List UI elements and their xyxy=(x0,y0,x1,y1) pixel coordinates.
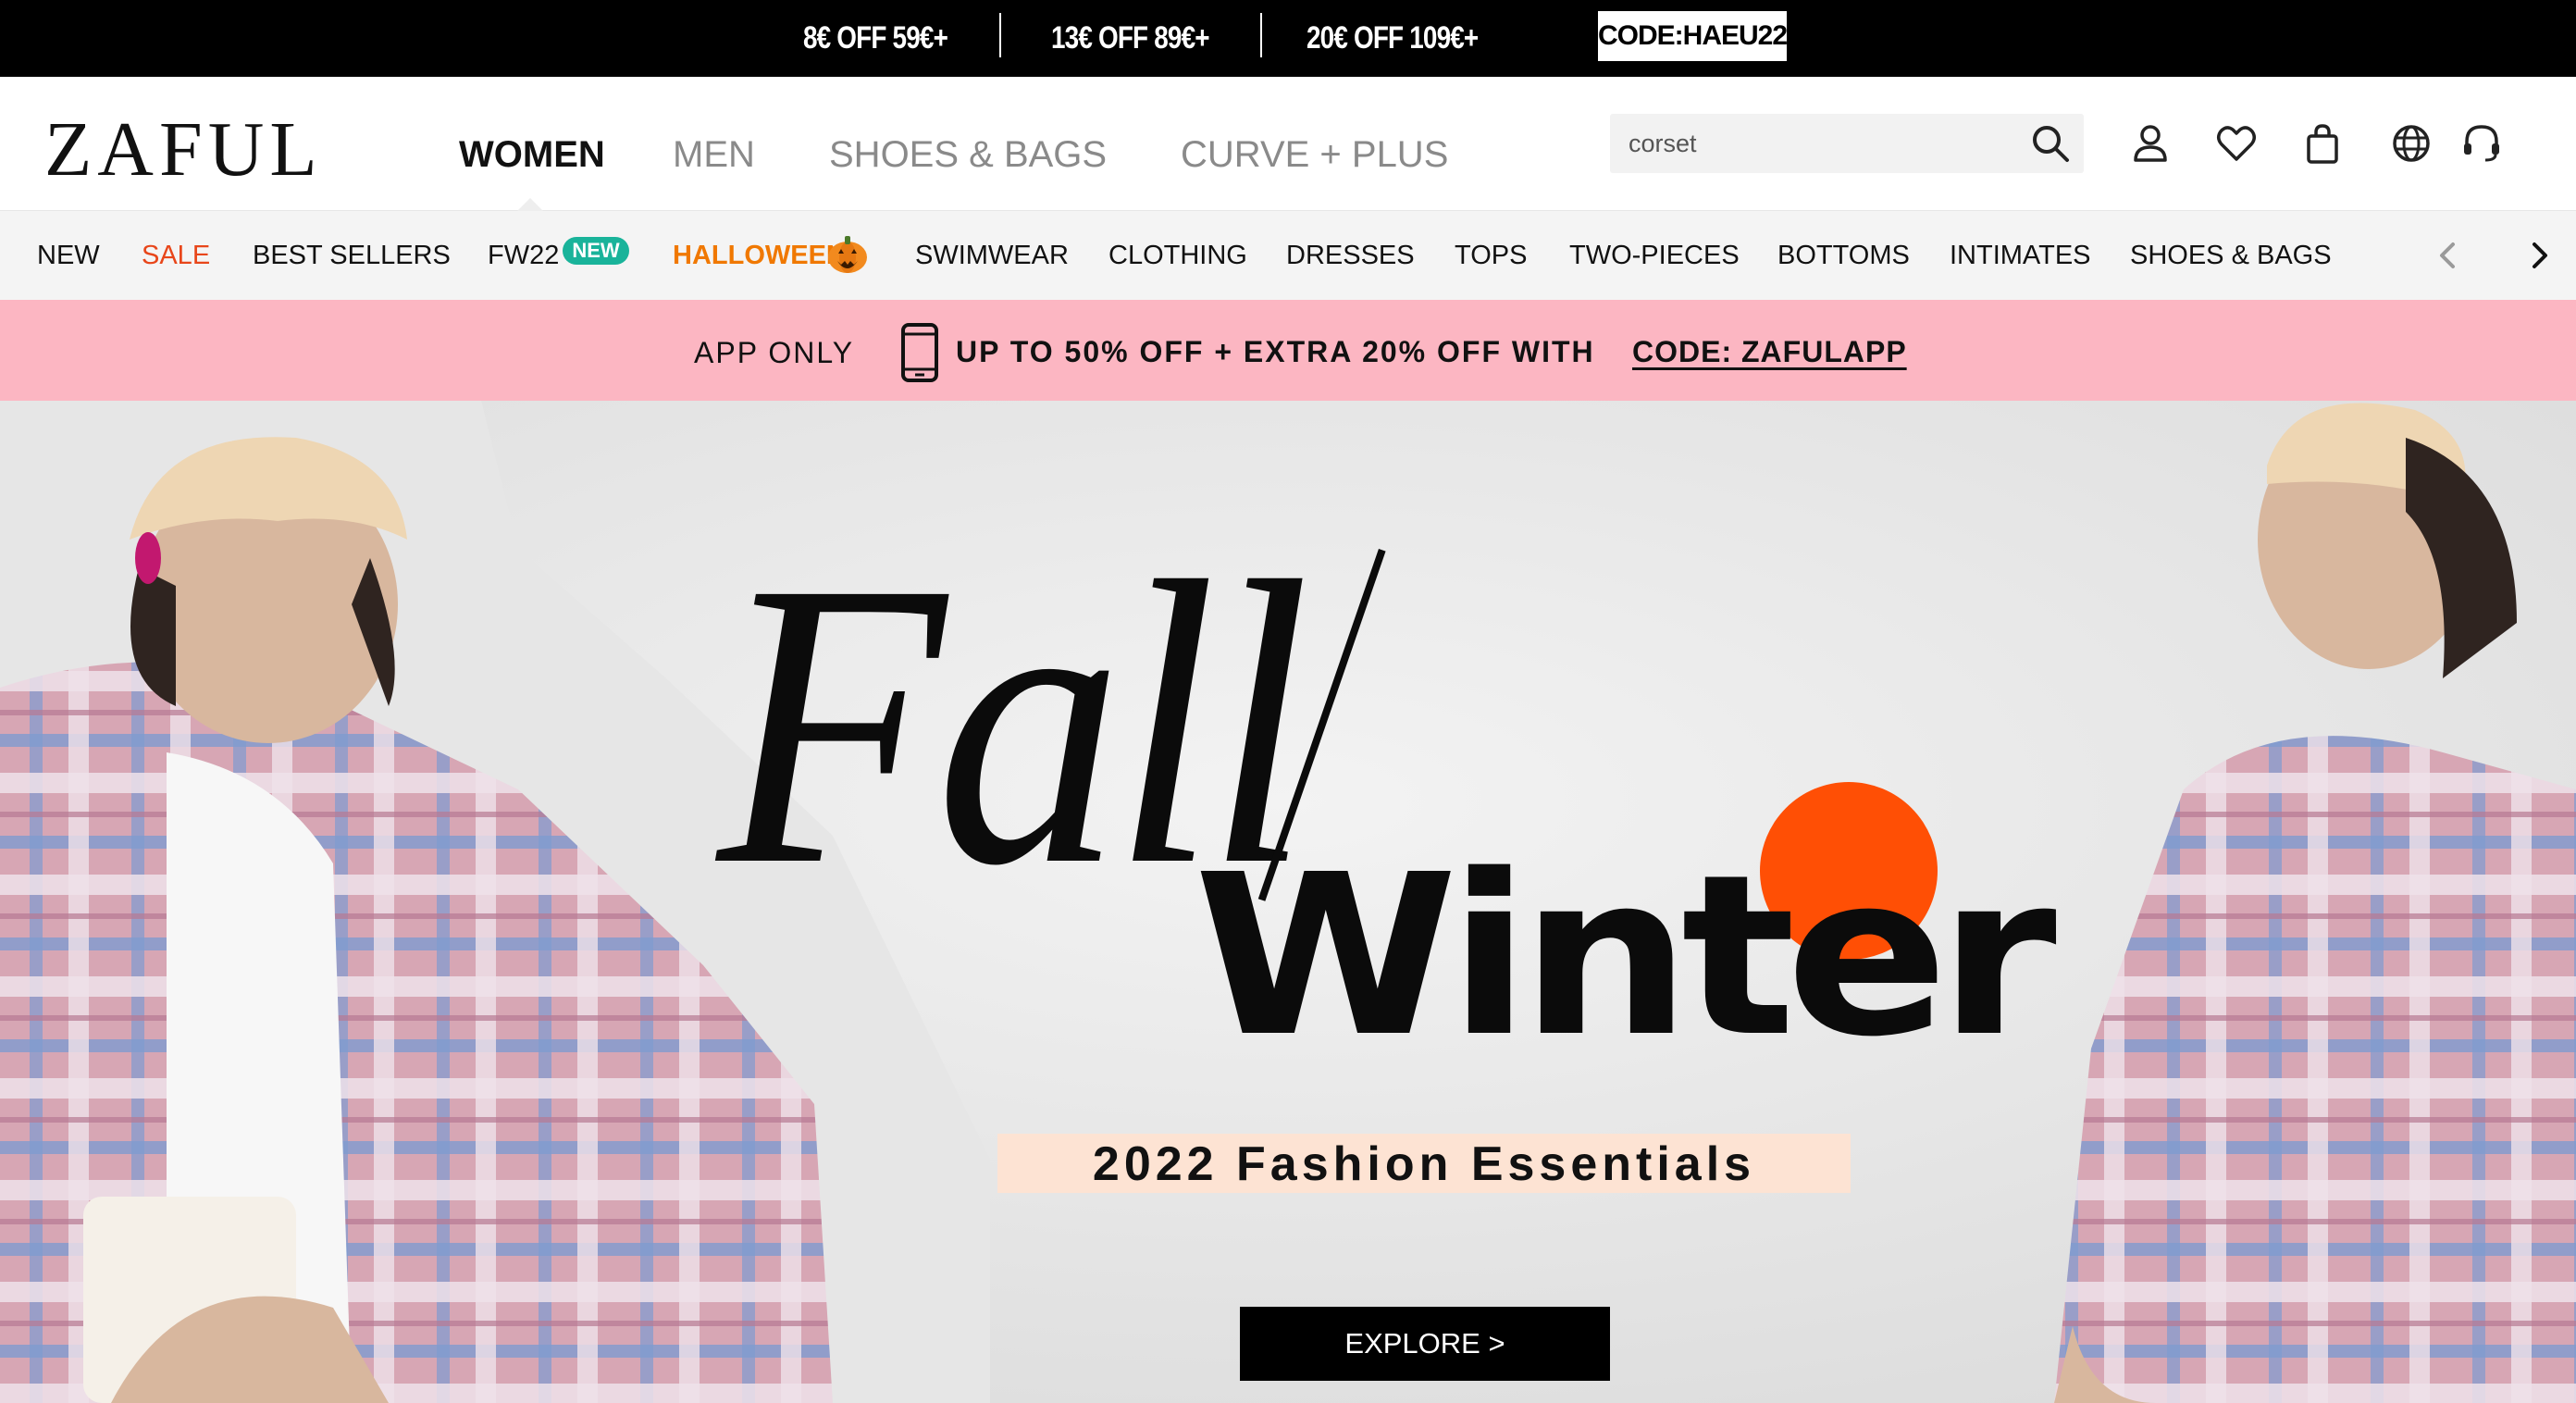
chevron-right-icon[interactable] xyxy=(2522,239,2556,272)
support-icon[interactable] xyxy=(2459,121,2504,166)
category-clothing[interactable]: CLOTHING xyxy=(1108,211,1247,300)
search-box xyxy=(1610,114,2084,173)
wishlist-icon[interactable] xyxy=(2214,121,2259,166)
logo[interactable]: ZAFUL xyxy=(44,108,323,192)
category-nav: NEW SALE BEST SELLERS FW22 NEW HALLOWEEN… xyxy=(0,211,2576,300)
active-nav-indicator xyxy=(517,198,543,211)
account-icon[interactable] xyxy=(2128,121,2173,166)
category-best-sellers[interactable]: BEST SELLERS xyxy=(253,211,451,300)
promo-offer-1[interactable]: 8€ OFF 59€+ xyxy=(803,0,948,77)
new-badge: NEW xyxy=(563,237,629,265)
category-two-pieces[interactable]: TWO-PIECES xyxy=(1569,211,1740,300)
nav-women[interactable]: WOMEN xyxy=(459,132,605,177)
promo-bar: 8€ OFF 59€+ 13€ OFF 89€+ 20€ OFF 109€+ C… xyxy=(0,0,2576,77)
explore-button[interactable]: EXPLORE > xyxy=(1240,1307,1610,1381)
nav-men[interactable]: MEN xyxy=(673,132,755,177)
promo-divider xyxy=(1260,13,1262,57)
nav-shoes-bags[interactable]: SHOES & BAGS xyxy=(829,132,1107,177)
promo-divider xyxy=(999,13,1001,57)
search-icon[interactable] xyxy=(2030,123,2071,164)
category-intimates[interactable]: INTIMATES xyxy=(1950,211,2091,300)
pumpkin-icon xyxy=(828,236,867,273)
hero-subtitle: 2022 Fashion Essentials xyxy=(1092,1137,1756,1191)
category-fw22[interactable]: FW22 xyxy=(488,211,559,300)
site-header: ZAFUL WOMEN MEN SHOES & BAGS CURVE + PLU… xyxy=(0,77,2576,211)
category-shoes-bags[interactable]: SHOES & BAGS xyxy=(2130,211,2332,300)
bag-icon[interactable] xyxy=(2300,121,2345,166)
category-halloween[interactable]: HALLOWEEN xyxy=(673,211,846,300)
hero-banner[interactable]: Fall Winter 2022 Fashion Essentials EXPL… xyxy=(0,401,2576,1403)
category-new[interactable]: NEW xyxy=(37,211,100,300)
category-dresses[interactable]: DRESSES xyxy=(1286,211,1415,300)
search-input[interactable] xyxy=(1629,114,2017,173)
promo-offer-3[interactable]: 20€ OFF 109€+ xyxy=(1307,0,1479,77)
hero-headline-winter: Winter xyxy=(1194,826,2057,1086)
category-swimwear[interactable]: SWIMWEAR xyxy=(915,211,1069,300)
nav-curve-plus[interactable]: CURVE + PLUS xyxy=(1181,132,1448,177)
category-tops[interactable]: TOPS xyxy=(1455,211,1527,300)
app-offer-text: UP TO 50% OFF + EXTRA 20% OFF WITH xyxy=(956,335,1595,368)
phone-icon xyxy=(901,323,938,382)
app-only-label: APP ONLY xyxy=(694,336,855,369)
category-sale[interactable]: SALE xyxy=(142,211,210,300)
promo-code[interactable]: CODE:HAEU22 xyxy=(1598,11,1788,61)
globe-icon[interactable] xyxy=(2389,121,2434,166)
category-bottoms[interactable]: BOTTOMS xyxy=(1777,211,1910,300)
chevron-left-icon[interactable] xyxy=(2432,239,2465,272)
promo-offer-2[interactable]: 13€ OFF 89€+ xyxy=(1051,0,1210,77)
app-promo-banner[interactable]: APP ONLY UP TO 50% OFF + EXTRA 20% OFF W… xyxy=(0,300,2576,401)
app-promo-code[interactable]: CODE: ZAFULAPP xyxy=(1632,300,1907,401)
